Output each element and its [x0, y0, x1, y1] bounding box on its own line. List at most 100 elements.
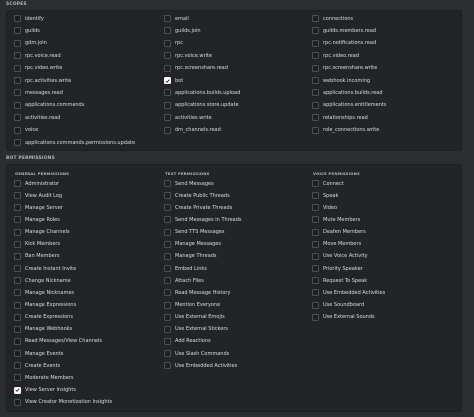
checkbox[interactable]	[14, 240, 21, 248]
checkbox[interactable]	[164, 180, 171, 187]
checkbox[interactable]	[14, 398, 21, 406]
checkbox[interactable]	[14, 386, 21, 394]
checkbox[interactable]	[164, 114, 171, 122]
scope-connections[interactable]: connections	[312, 14, 452, 23]
permission-use-embedded-activities[interactable]: Use Embedded Activities	[312, 288, 452, 297]
permission-send-messages[interactable]: Send Messages	[164, 179, 304, 188]
checkbox[interactable]	[312, 39, 319, 47]
checkbox[interactable]	[14, 39, 21, 47]
checkbox[interactable]	[312, 27, 319, 35]
checkbox[interactable]	[312, 114, 319, 122]
checkbox[interactable]	[164, 252, 171, 260]
scope-identify[interactable]: identify	[14, 14, 154, 23]
scope-rpc-video-write[interactable]: rpc.video.write	[14, 64, 154, 73]
permission-use-embedded-activities[interactable]: Use Embedded Activities	[164, 361, 304, 370]
permission-use-slash-commands[interactable]: Use Slash Commands	[164, 349, 304, 358]
permission-manage-events[interactable]: Manage Events	[14, 349, 154, 358]
checkbox[interactable]	[164, 204, 171, 212]
permission-speak[interactable]: Speak	[312, 191, 452, 200]
checkbox[interactable]	[14, 350, 21, 358]
permission-mute-members[interactable]: Mute Members	[312, 215, 452, 224]
checkbox[interactable]	[14, 126, 21, 134]
checkbox[interactable]	[164, 301, 171, 309]
checkbox[interactable]	[14, 374, 21, 382]
checkbox[interactable]	[164, 101, 171, 109]
scope-applications-entitlements[interactable]: applications.entitlements	[312, 101, 452, 110]
permission-use-voice-activity[interactable]: Use Voice Activity	[312, 252, 452, 261]
checkbox[interactable]	[14, 216, 21, 224]
permission-send-tts-messages[interactable]: Send TTS Messages	[164, 228, 304, 237]
checkbox[interactable]	[14, 114, 21, 122]
scope-gdm-join[interactable]: gdm.join	[14, 39, 154, 48]
checkbox[interactable]	[312, 228, 319, 236]
permission-mention-everyone[interactable]: Mention Everyone	[164, 301, 304, 310]
scope-applications-commands[interactable]: applications.commands	[14, 101, 154, 110]
checkbox[interactable]	[164, 362, 171, 370]
permission-read-message-history[interactable]: Read Message History	[164, 288, 304, 297]
checkbox[interactable]	[14, 228, 21, 236]
scope-voice[interactable]: voice	[14, 126, 154, 135]
checkbox[interactable]	[164, 240, 171, 248]
permission-connect[interactable]: Connect	[312, 179, 452, 188]
scope-relationships-read[interactable]: relationships.read	[312, 113, 452, 122]
permission-video[interactable]: Video	[312, 203, 452, 212]
checkbox[interactable]	[14, 277, 21, 285]
permission-priority-speaker[interactable]: Priority Speaker	[312, 264, 452, 273]
permission-attach-files[interactable]: Attach Files	[164, 276, 304, 285]
scope-rpc[interactable]: rpc	[164, 39, 304, 48]
permission-manage-webhooks[interactable]: Manage Webhooks	[14, 325, 154, 334]
permission-manage-roles[interactable]: Manage Roles	[14, 215, 154, 224]
checkbox[interactable]	[312, 180, 319, 187]
scope-applications-commands-permissions-update[interactable]: applications.commands.permissions.update	[14, 138, 154, 147]
checkbox[interactable]	[312, 77, 319, 84]
scope-role-connections-write[interactable]: role_connections.write	[312, 126, 452, 135]
checkbox[interactable]	[164, 15, 171, 22]
scope-rpc-screenshare-write[interactable]: rpc.screenshare.write	[312, 64, 452, 73]
permission-create-events[interactable]: Create Events	[14, 361, 154, 370]
checkbox[interactable]	[164, 52, 171, 60]
checkbox[interactable]	[312, 277, 319, 285]
scope-rpc-voice-write[interactable]: rpc.voice.write	[164, 51, 304, 60]
checkbox[interactable]	[312, 192, 319, 200]
permission-read-messages-view-channels[interactable]: Read Messages/View Channels	[14, 337, 154, 346]
checkbox[interactable]	[14, 325, 21, 333]
permission-change-nickname[interactable]: Change Nickname	[14, 276, 154, 285]
checkbox[interactable]	[312, 265, 319, 273]
checkbox[interactable]	[312, 313, 319, 321]
checkbox[interactable]	[14, 101, 21, 109]
permission-deafen-members[interactable]: Deafen Members	[312, 228, 452, 237]
permission-use-soundboard[interactable]: Use Soundboard	[312, 301, 452, 310]
checkbox[interactable]	[14, 265, 21, 273]
permission-add-reactions[interactable]: Add Reactions	[164, 337, 304, 346]
checkbox[interactable]	[312, 52, 319, 60]
permission-create-instant-invite[interactable]: Create Instant Invite	[14, 264, 154, 273]
checkbox[interactable]	[14, 52, 21, 60]
scope-applications-builds-read[interactable]: applications.builds.read	[312, 88, 452, 97]
checkbox[interactable]	[14, 27, 21, 35]
permission-ban-members[interactable]: Ban Members	[14, 252, 154, 261]
scope-activities-write[interactable]: activities.write	[164, 113, 304, 122]
permission-create-public-threads[interactable]: Create Public Threads	[164, 191, 304, 200]
checkbox[interactable]	[164, 277, 171, 285]
checkbox[interactable]	[164, 126, 171, 134]
checkbox[interactable]	[164, 77, 171, 84]
checkbox[interactable]	[14, 89, 21, 97]
checkbox[interactable]	[164, 89, 171, 97]
checkbox[interactable]	[14, 180, 21, 187]
permission-create-expressions[interactable]: Create Expressions	[14, 313, 154, 322]
permission-request-to-speak[interactable]: Request To Speak	[312, 276, 452, 285]
permission-moderate-members[interactable]: Moderate Members	[14, 373, 154, 382]
permission-move-members[interactable]: Move Members	[312, 240, 452, 249]
scope-rpc-voice-read[interactable]: rpc.voice.read	[14, 51, 154, 60]
permission-create-private-threads[interactable]: Create Private Threads	[164, 203, 304, 212]
permission-manage-messages[interactable]: Manage Messages	[164, 240, 304, 249]
checkbox[interactable]	[312, 101, 319, 109]
scope-rpc-activities-write[interactable]: rpc.activities.write	[14, 76, 154, 85]
checkbox[interactable]	[312, 240, 319, 248]
checkbox[interactable]	[312, 89, 319, 97]
checkbox[interactable]	[312, 126, 319, 134]
checkbox[interactable]	[164, 228, 171, 236]
scope-activities-read[interactable]: activities.read	[14, 113, 154, 122]
checkbox[interactable]	[164, 216, 171, 224]
permission-administrator[interactable]: Administrator	[14, 179, 154, 188]
